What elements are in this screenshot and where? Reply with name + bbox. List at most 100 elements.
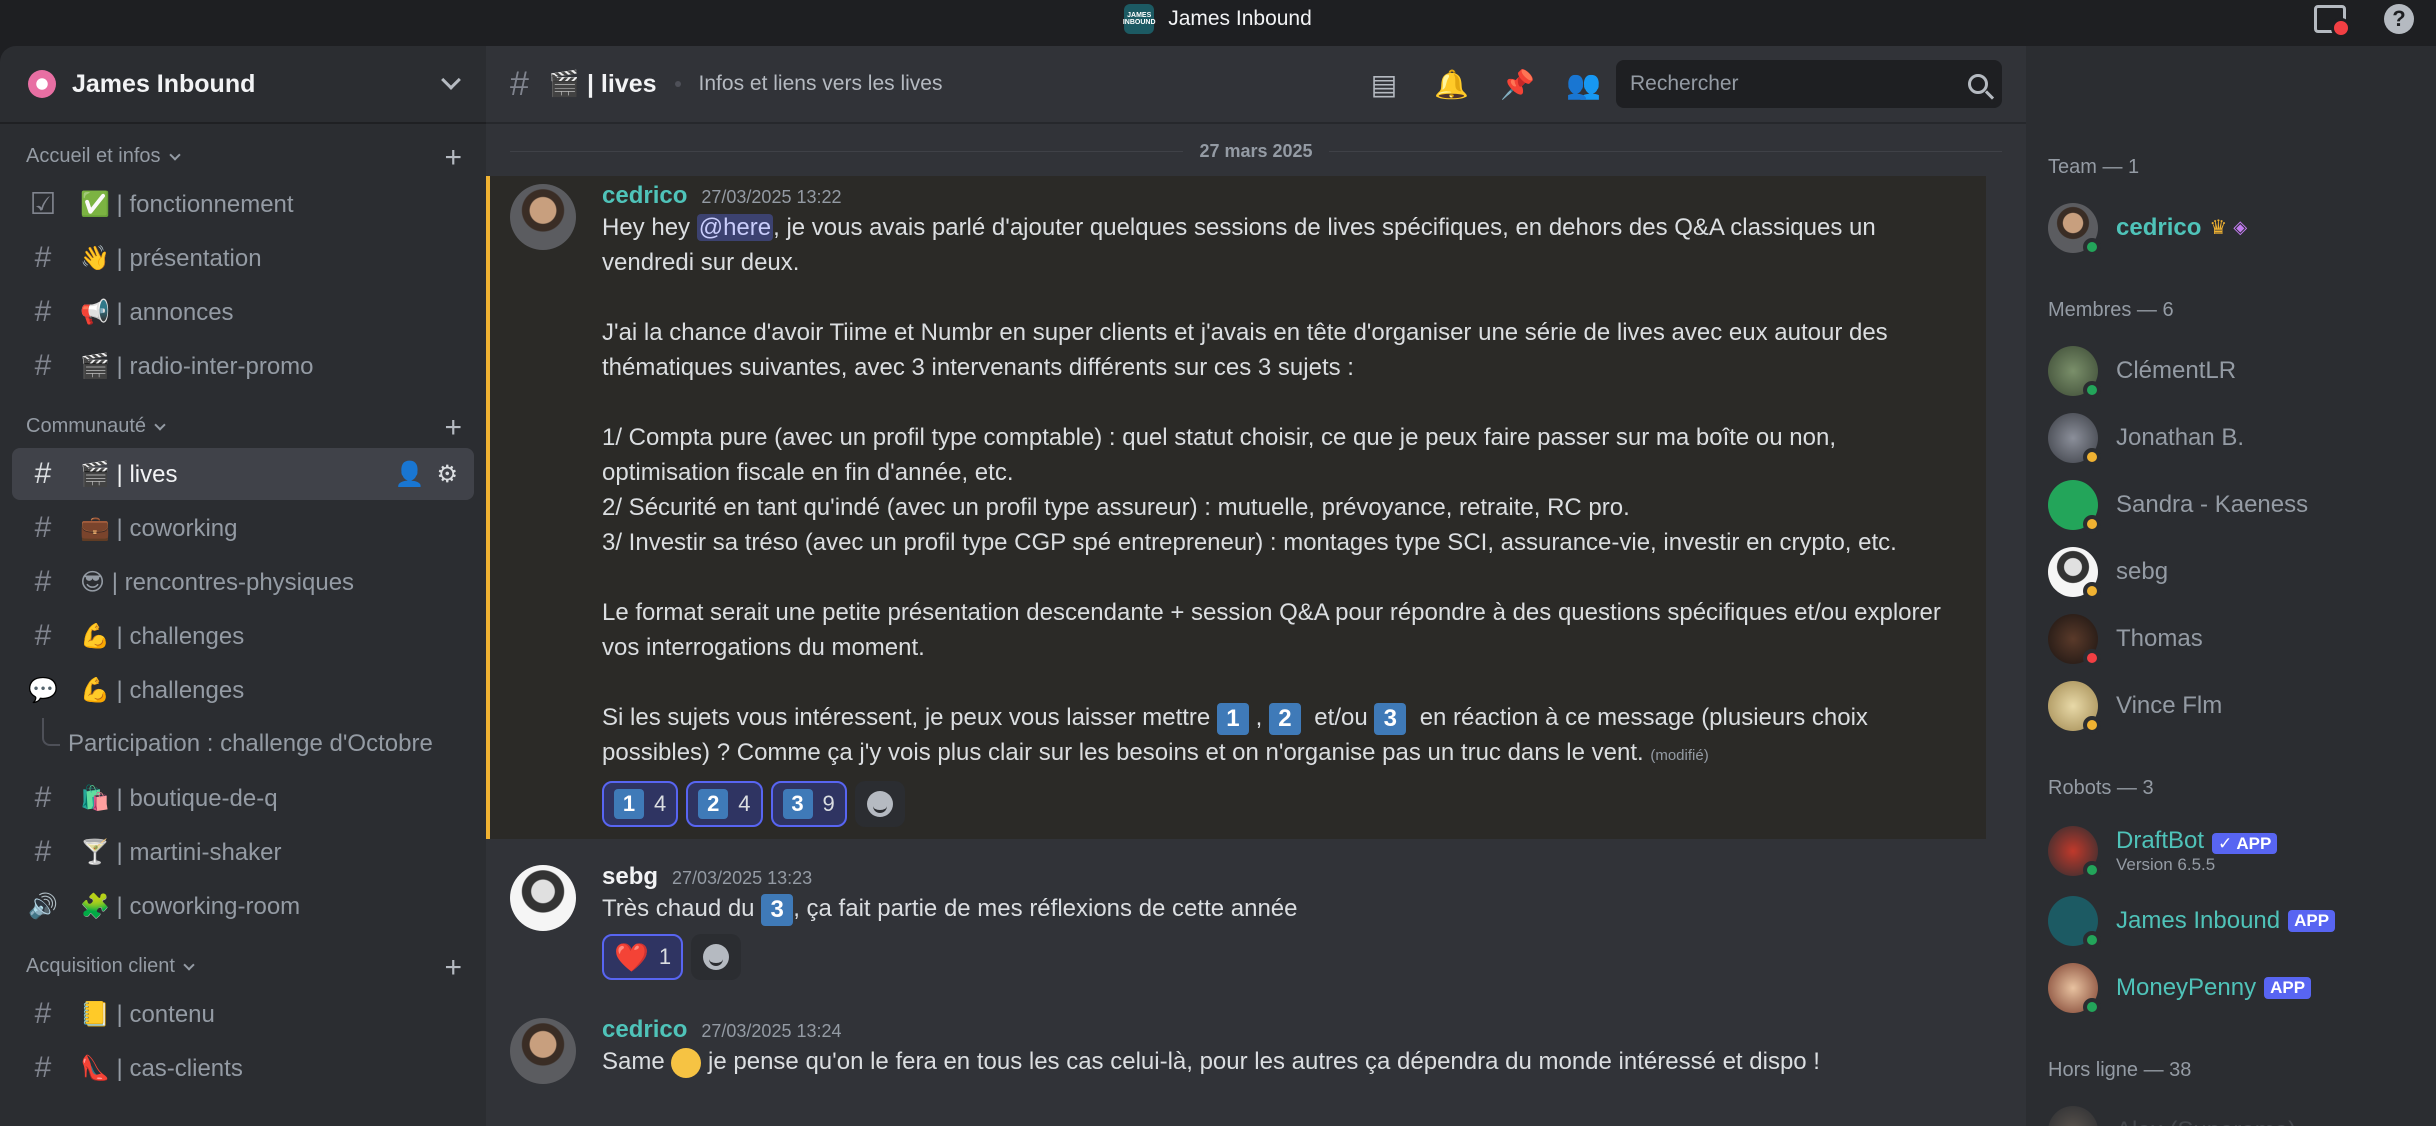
channel-contenu[interactable]: # 📒 | contenu: [12, 988, 474, 1040]
reaction[interactable]: 24: [686, 781, 763, 827]
search-box[interactable]: [1616, 60, 2002, 108]
help-icon[interactable]: ?: [2384, 4, 2414, 34]
message-timestamp: 27/03/2025 13:24: [701, 1021, 842, 1041]
verified-app-badge: ✓ APP: [2212, 832, 2278, 854]
channel-challenges[interactable]: # 💪 | challenges: [12, 610, 474, 662]
channel-cas-clients[interactable]: # 👠 | cas-clients: [12, 1042, 474, 1094]
member-item[interactable]: DraftBot ✓ APP Version 6.5.5: [2048, 815, 2436, 887]
channel-annonces[interactable]: # 📢 | annonces: [12, 286, 474, 338]
chevron-down-icon[interactable]: [441, 70, 461, 90]
member-item[interactable]: ClémentLR: [2048, 337, 2436, 404]
add-channel-icon[interactable]: +: [444, 143, 462, 173]
message-author[interactable]: cedrico: [602, 182, 687, 210]
channel-presentation[interactable]: # 👋 | présentation: [12, 232, 474, 284]
channel-header: # 🎬 | lives Infos et liens vers les live…: [486, 46, 2026, 124]
add-channel-icon[interactable]: +: [444, 413, 462, 443]
avatar[interactable]: [510, 184, 576, 250]
pin-icon[interactable]: 📌: [1500, 68, 1535, 101]
channel-lives[interactable]: # 🎬 | lives 👤 ⚙: [12, 448, 474, 500]
add-reaction-button[interactable]: [691, 934, 742, 980]
channel-boutique-de-q[interactable]: # 🛍️ | boutique-de-q: [12, 772, 474, 824]
channel-coworking[interactable]: # 💼 | coworking: [12, 502, 474, 554]
avatar[interactable]: [510, 1018, 576, 1084]
bell-icon[interactable]: 🔔: [1434, 68, 1469, 101]
add-channel-icon[interactable]: +: [444, 953, 462, 983]
text: et/ou: [1300, 704, 1375, 731]
text: , je vous avais parlé d'ajouter quelques…: [602, 214, 1883, 276]
member-category: Membres — 6: [2048, 299, 2174, 321]
voice-channel-coworking-room[interactable]: 🔊 🧩 | coworking-room: [12, 880, 474, 932]
member-name: Vince Flm: [2116, 691, 2223, 719]
channel-sidebar: James Inbound Accueil et infos + ☑ ✅ | fo…: [0, 46, 486, 1126]
mention[interactable]: @here: [696, 214, 774, 241]
status-online-icon: [2083, 930, 2101, 949]
reaction-count: 4: [654, 791, 667, 816]
member-name: Sandra - Kaeness: [2116, 490, 2309, 518]
category-label: Accueil et infos: [26, 145, 161, 167]
hashtag-icon: #: [34, 1051, 52, 1084]
hashtag-icon: #: [34, 997, 52, 1030]
thread-challenge-octobre[interactable]: Participation : challenge d'Octobre: [12, 718, 474, 770]
member-item[interactable]: Thomas: [2048, 605, 2436, 672]
member-category: Robots — 3: [2048, 777, 2154, 799]
status-online-icon: [2083, 861, 2101, 879]
chevron-down-icon: [154, 418, 166, 431]
reaction-count: 1: [658, 944, 672, 969]
separator-dot: [674, 81, 681, 87]
channel-title: 🎬 | lives: [548, 69, 657, 98]
avatar: [2048, 202, 2101, 256]
message-author[interactable]: cedrico: [602, 1016, 687, 1044]
avatar[interactable]: [510, 865, 576, 931]
message[interactable]: sebg 27/03/2025 13:23 Très chaud du 3, ç…: [486, 857, 2026, 992]
reaction-count: 9: [822, 791, 835, 816]
server-icon: [28, 70, 56, 98]
keycap-emoji: 3: [761, 893, 794, 926]
message-list[interactable]: 27 mars 2025 cedrico 27/03/2025 13:22 He…: [486, 126, 2026, 1126]
invite-icon[interactable]: 👤: [395, 460, 425, 489]
search-input[interactable]: [1630, 72, 1950, 96]
message[interactable]: cedrico 27/03/2025 13:24 Same je pense q…: [486, 1010, 2026, 1096]
channel-label: 💼 | coworking: [80, 514, 238, 542]
status-idle-icon: [2083, 581, 2101, 600]
message-content: Hey hey @here, je vous avais parlé d'ajo…: [602, 210, 1962, 280]
member-item[interactable]: Vince Flm: [2048, 672, 2436, 739]
thread-label: Participation : challenge d'Octobre: [68, 730, 433, 757]
threads-icon[interactable]: ▤: [1368, 68, 1400, 101]
member-item[interactable]: cedrico ♛ ◈: [2048, 194, 2436, 261]
member-name: DraftBot: [2116, 827, 2205, 854]
member-item[interactable]: MoneyPenny APP: [2048, 954, 2436, 1021]
channel-label: 📢 | annonces: [80, 298, 234, 326]
member-item[interactable]: James Inbound APP: [2048, 887, 2436, 954]
gear-icon[interactable]: ⚙: [436, 460, 458, 489]
search-icon[interactable]: [1968, 74, 1988, 94]
reaction[interactable]: 39: [770, 781, 847, 827]
server-header[interactable]: James Inbound: [0, 46, 486, 124]
reactions: 14 24 39: [602, 781, 1962, 827]
category-communaute[interactable]: Communauté +: [0, 394, 486, 446]
inbox-icon[interactable]: [2314, 5, 2351, 38]
member-category: Hors ligne — 38: [2048, 1059, 2192, 1081]
reaction[interactable]: 14: [602, 781, 679, 827]
add-reaction-button[interactable]: [854, 781, 905, 827]
member-item[interactable]: Alex (Superama): [2048, 1097, 2436, 1126]
channel-fonctionnement[interactable]: ☑ ✅ | fonctionnement: [12, 178, 474, 230]
channel-radio-inter-promo[interactable]: # 🎬 | radio-inter-promo: [12, 340, 474, 392]
channel-rencontres-physiques[interactable]: # 😎 | rencontres-physiques: [12, 556, 474, 608]
member-name: cedrico: [2116, 213, 2202, 241]
hashtag-icon: #: [34, 565, 52, 598]
category-acquisition[interactable]: Acquisition client +: [0, 934, 486, 986]
message[interactable]: cedrico 27/03/2025 13:22 Hey hey @here, …: [486, 176, 1986, 839]
message-author[interactable]: sebg: [602, 863, 658, 891]
channel-topic[interactable]: Infos et liens vers les lives: [699, 72, 1368, 96]
member-list-icon[interactable]: 👥: [1566, 68, 1601, 101]
member-item[interactable]: Sandra - Kaeness: [2048, 471, 2436, 538]
hashtag-icon: #: [34, 457, 52, 490]
channel-martini-shaker[interactable]: # 🍸 | martini-shaker: [12, 826, 474, 878]
reaction[interactable]: ❤️ 1: [602, 934, 684, 980]
forum-channel-challenges[interactable]: 💬 💪 | challenges: [12, 664, 474, 716]
category-accueil[interactable]: Accueil et infos +: [0, 124, 486, 176]
member-item[interactable]: sebg: [2048, 538, 2436, 605]
rules-icon: ☑: [29, 187, 57, 221]
keycap-emoji: 2: [1268, 702, 1301, 735]
member-item[interactable]: Jonathan B.: [2048, 404, 2436, 471]
